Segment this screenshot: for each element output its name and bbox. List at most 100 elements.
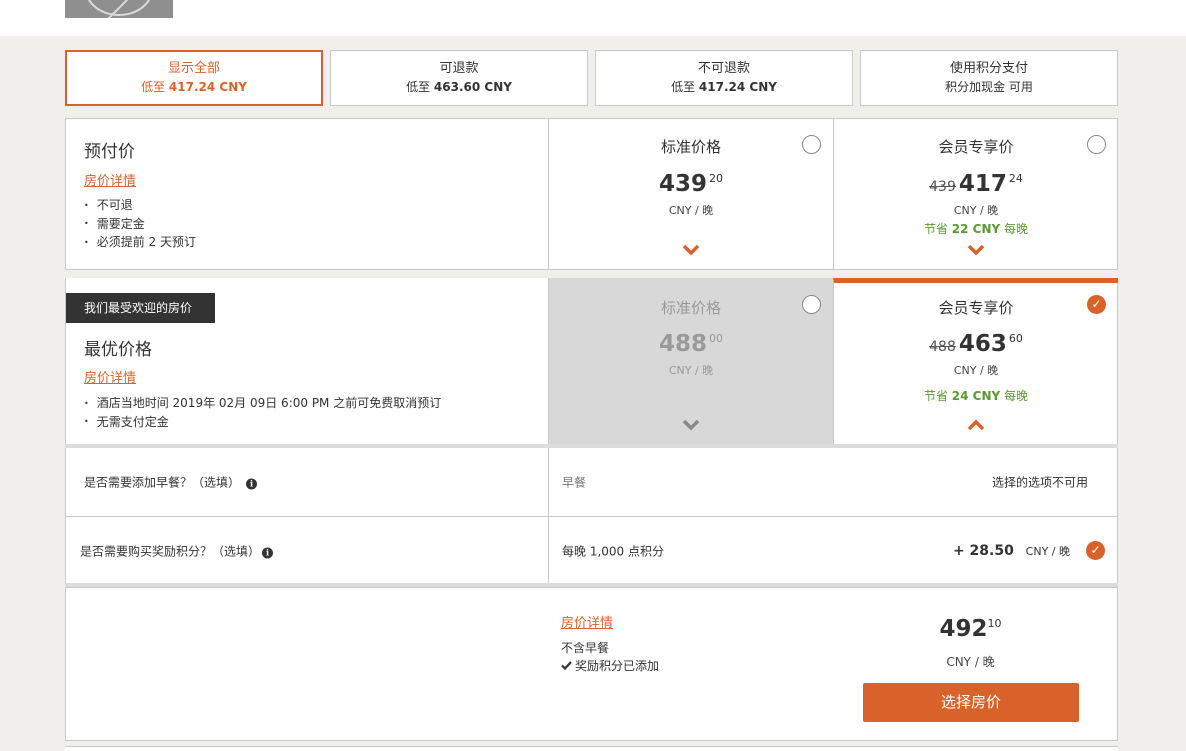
standard-rate-option[interactable]: 标准价格 439 20 CNY / 晚 — [548, 119, 833, 269]
filter-title: 使用积分支付 — [949, 61, 1028, 76]
price-unit: CNY / 晚 — [953, 204, 999, 217]
total-integer: 492 — [939, 616, 988, 642]
chevron-up-icon[interactable] — [967, 419, 985, 431]
filter-non-refundable[interactable]: 不可退款 低至 417.24 CNY — [595, 50, 853, 106]
total-decimal: 10 — [987, 617, 1002, 630]
filter-sub-value: 417.24 CNY — [698, 80, 777, 94]
member-price: 488 463 60 — [834, 331, 1118, 357]
price-decimal: 00 — [709, 332, 723, 345]
savings-prefix: 节省 — [923, 389, 948, 403]
filter-title: 显示全部 — [167, 61, 220, 76]
filter-sub-prefix: 积分加现金 可用 — [945, 80, 1033, 94]
radio-empty-icon[interactable] — [802, 135, 821, 154]
filter-show-all[interactable]: 显示全部 低至 417.24 CNY — [65, 50, 323, 106]
savings-value: 22 CNY — [951, 222, 1001, 236]
member-price: 439 417 24 — [834, 171, 1118, 197]
breakfast-question: 是否需要添加早餐？（选填） i — [84, 474, 258, 491]
price-unit: CNY / 晚 — [953, 364, 999, 377]
check-circle-icon[interactable]: ✓ — [1086, 541, 1105, 560]
filter-sub-value: 463.60 CNY — [433, 80, 512, 94]
savings-text: 节省 24 CNY 每晚 — [834, 387, 1118, 404]
rate-conditions: 酒店当地时间 2019年 02月 09日 6:00 PM 之前可免费取消预订 无… — [84, 394, 442, 432]
summary-breakfast: 不含早餐 — [561, 641, 610, 655]
breakfast-question-text: 是否需要添加早餐？（选填） — [84, 475, 241, 490]
price-decimal: 20 — [709, 172, 723, 185]
rate-condition: 无需支付定金 — [84, 413, 441, 432]
filter-pay-with-points[interactable]: 使用积分支付 积分加现金 可用 — [860, 50, 1118, 106]
original-price: 488 — [929, 339, 956, 355]
rate-condition: 酒店当地时间 2019年 02月 09日 6:00 PM 之前可免费取消预订 — [84, 394, 442, 413]
savings-suffix: 每晚 — [1004, 222, 1029, 236]
filter-refundable[interactable]: 可退款 低至 463.60 CNY — [330, 50, 588, 106]
price-integer: 463 — [958, 331, 1007, 357]
standard-rate-option[interactable]: 标准价格 488 00 CNY / 晚 — [548, 278, 833, 445]
points-selector[interactable]: 每晚 1,000 点积分 + 28.50 CNY / 晚 ✓ — [548, 517, 1118, 584]
summary-details-link[interactable]: 房价详情 — [561, 612, 613, 631]
rate-info: 预付价 房价详情 不可退 需要定金 必须提前 2 天预订 — [66, 119, 548, 269]
filter-sub-prefix: 低至 — [141, 80, 166, 94]
rate-card-best: 我们最受欢迎的房价 最优价格 房价详情 酒店当地时间 2019年 02月 09日… — [65, 278, 1118, 446]
breakfast-label: 早餐 — [562, 475, 587, 490]
rate-card-prepaid: 预付价 房价详情 不可退 需要定金 必须提前 2 天预订 标准价格 43920 … — [65, 118, 1118, 270]
price-decimal: 24 — [1008, 172, 1023, 185]
original-price: 439 — [929, 179, 956, 195]
rate-condition: 必须提前 2 天预订 — [84, 233, 196, 252]
breakfast-status: 选择的选项不可用 — [991, 475, 1088, 490]
standard-price: 488 00 — [549, 331, 833, 357]
total-price: 49210 — [863, 616, 1078, 642]
chevron-down-icon[interactable] — [682, 244, 700, 256]
summary-points: 奖励积分已添加 — [561, 657, 659, 674]
next-card-edge — [65, 746, 1118, 751]
savings-suffix: 每晚 — [1004, 389, 1029, 403]
checkmark-icon — [561, 661, 572, 671]
rate-title: 预付价 — [84, 142, 135, 162]
breakfast-option-row: 是否需要添加早餐？（选填） i 早餐 选择的选项不可用 — [65, 448, 1118, 517]
filter-title: 不可退款 — [697, 61, 750, 76]
member-rate-label: 会员专享价 — [938, 138, 1014, 156]
filter-sub-value: 417.24 CNY — [168, 80, 247, 94]
points-question: 是否需要购买奖励积分？（选填） i — [80, 542, 274, 559]
chevron-down-icon[interactable] — [967, 244, 985, 256]
select-rate-button[interactable]: 选择房价 — [863, 683, 1079, 722]
price-decimal: 60 — [1008, 332, 1023, 345]
member-rate-option[interactable]: 会员专享价 439 417 24 CNY / 晚 节省 22 CNY 每晚 — [833, 119, 1118, 269]
check-circle-icon[interactable]: ✓ — [1087, 295, 1106, 314]
radio-empty-icon[interactable] — [802, 295, 821, 314]
rate-filter-tabs: 显示全部 低至 417.24 CNY 可退款 低至 463.60 CNY 不可退… — [65, 50, 1118, 106]
rate-conditions: 不可退 需要定金 必须提前 2 天预订 — [84, 196, 196, 252]
total-unit: CNY / 晚 — [946, 655, 995, 669]
top-bar — [0, 0, 1186, 36]
breakfast-selector: 早餐 选择的选项不可用 — [548, 448, 1118, 516]
savings-text: 节省 22 CNY 每晚 — [834, 220, 1118, 237]
price-unit: CNY / 晚 — [668, 204, 714, 217]
points-option-row: 是否需要购买奖励积分？（选填） i 每晚 1,000 点积分 + 28.50 CN… — [65, 516, 1118, 585]
standard-rate-label: 标准价格 — [660, 299, 721, 317]
member-rate-option-selected[interactable]: 会员专享价 ✓ 488 463 60 CNY / 晚 节省 24 CNY 每晚 — [833, 278, 1118, 445]
rate-details-link[interactable]: 房价详情 — [84, 170, 136, 189]
savings-value: 24 CNY — [951, 389, 1001, 403]
popular-badge: 我们最受欢迎的房价 — [66, 293, 215, 323]
rate-condition: 不可退 — [84, 196, 196, 215]
price-unit: CNY / 晚 — [668, 364, 714, 377]
radio-empty-icon[interactable] — [1087, 135, 1106, 154]
price-integer: 439 — [658, 171, 707, 197]
rate-condition: 需要定金 — [84, 215, 196, 234]
chevron-down-icon[interactable] — [682, 419, 700, 431]
rate-info: 我们最受欢迎的房价 最优价格 房价详情 酒店当地时间 2019年 02月 09日… — [66, 278, 548, 445]
points-price-value: + 28.50 — [952, 542, 1014, 559]
points-question-text: 是否需要购买奖励积分？（选填） — [80, 544, 261, 558]
price-integer: 417 — [958, 171, 1007, 197]
rate-title: 最优价格 — [84, 340, 152, 360]
points-label: 每晚 1,000 点积分 — [562, 544, 664, 558]
rate-details-link[interactable]: 房价详情 — [84, 367, 136, 386]
info-icon[interactable]: i — [262, 547, 274, 558]
standard-price: 439 20 — [549, 171, 833, 197]
points-price-unit: CNY / 晚 — [1025, 544, 1070, 558]
summary-points-text: 奖励积分已添加 — [575, 659, 660, 673]
member-rate-label: 会员专享价 — [938, 299, 1014, 317]
rate-summary: 房价详情 不含早餐 奖励积分已添加 49210 CNY / 晚 选择房价 — [65, 587, 1118, 741]
points-price: + 28.50 CNY / 晚 — [953, 543, 1070, 559]
price-integer: 488 — [658, 331, 707, 357]
info-icon[interactable]: i — [246, 478, 258, 490]
standard-rate-label: 标准价格 — [660, 138, 721, 156]
